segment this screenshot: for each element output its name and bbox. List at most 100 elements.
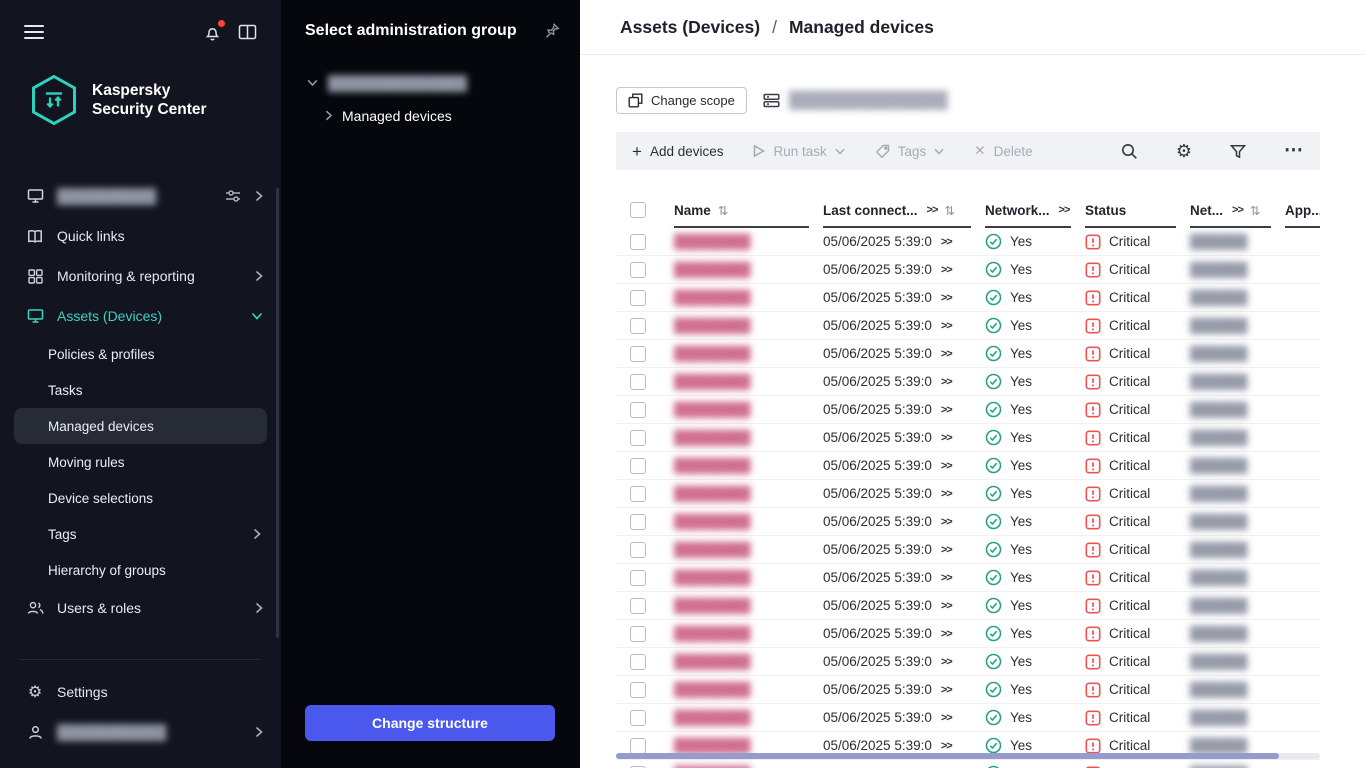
col-header-network[interactable]: Network... <box>985 203 1050 218</box>
device-name-link[interactable]: ████████ <box>674 570 751 585</box>
table-settings-gear-icon[interactable]: ⚙ <box>1176 141 1192 162</box>
delete-button[interactable]: ✕ Delete <box>974 143 1032 159</box>
expand-cell-icon[interactable]: >> <box>941 432 952 444</box>
hamburger-menu-icon[interactable] <box>24 21 44 43</box>
breadcrumb-parent[interactable]: Assets (Devices) <box>620 17 760 38</box>
expand-cell-icon[interactable]: >> <box>941 600 952 612</box>
horizontal-scrollbar[interactable] <box>616 753 1320 759</box>
chevron-down-icon[interactable] <box>307 79 318 87</box>
row-checkbox[interactable] <box>630 318 646 334</box>
device-name-link[interactable]: ████████ <box>674 374 751 389</box>
sidebar-item-account[interactable]: ███████████ <box>0 712 281 752</box>
table-row[interactable]: ████████ 05/06/2025 5:39:0 >> Yes Critic… <box>616 536 1320 564</box>
server-properties-icon[interactable] <box>225 189 241 203</box>
expand-column-icon[interactable]: >> <box>1059 204 1070 216</box>
sidebar-item-assets[interactable]: Assets (Devices) <box>0 296 281 336</box>
table-row[interactable]: ████████ 05/06/2025 5:39:0 >> Yes Critic… <box>616 256 1320 284</box>
scrollbar-thumb[interactable] <box>616 753 1279 759</box>
search-icon[interactable] <box>1121 143 1138 160</box>
expand-cell-icon[interactable]: >> <box>941 544 952 556</box>
table-row[interactable]: ████████ 05/06/2025 5:39:0 >> Yes Critic… <box>616 648 1320 676</box>
expand-cell-icon[interactable]: >> <box>941 376 952 388</box>
chevron-right-icon[interactable] <box>325 110 333 121</box>
row-checkbox[interactable] <box>630 514 646 530</box>
row-checkbox[interactable] <box>630 486 646 502</box>
device-name-link[interactable]: ████████ <box>674 318 751 333</box>
change-scope-button[interactable]: Change scope <box>616 87 747 114</box>
sidebar-item-settings[interactable]: ⚙ Settings <box>0 672 281 712</box>
device-name-link[interactable]: ████████ <box>674 514 751 529</box>
device-name-link[interactable]: ████████ <box>674 542 751 557</box>
sidebar-item-policies-profiles[interactable]: Policies & profiles <box>0 336 281 372</box>
device-name-link[interactable]: ████████ <box>674 290 751 305</box>
notifications-bell-icon[interactable] <box>203 23 222 42</box>
select-all-checkbox[interactable] <box>630 202 646 218</box>
row-checkbox[interactable] <box>630 682 646 698</box>
add-devices-button[interactable]: + Add devices <box>632 143 723 160</box>
expand-cell-icon[interactable]: >> <box>941 264 952 276</box>
row-checkbox[interactable] <box>630 458 646 474</box>
table-row[interactable]: ████████ 05/06/2025 5:39:0 >> Yes Critic… <box>616 396 1320 424</box>
expand-cell-icon[interactable]: >> <box>941 488 952 500</box>
expand-cell-icon[interactable]: >> <box>941 684 952 696</box>
row-checkbox[interactable] <box>630 290 646 306</box>
col-header-name[interactable]: Name <box>674 203 711 218</box>
sidebar-item-quick-links[interactable]: Quick links <box>0 216 281 256</box>
sort-icon[interactable]: ⇅ <box>718 203 728 218</box>
sidebar-item-tags[interactable]: Tags <box>0 516 281 552</box>
row-checkbox[interactable] <box>630 738 646 754</box>
table-row[interactable]: ████████ 05/06/2025 5:39:0 >> Yes Critic… <box>616 284 1320 312</box>
col-header-status[interactable]: Status <box>1085 203 1126 218</box>
table-row[interactable]: ████████ 05/06/2025 5:39:0 >> Yes Critic… <box>616 704 1320 732</box>
device-name-link[interactable]: ████████ <box>674 234 751 249</box>
sidebar-item-hierarchy-of-groups[interactable]: Hierarchy of groups <box>0 552 281 588</box>
expand-cell-icon[interactable]: >> <box>941 460 952 472</box>
expand-cell-icon[interactable]: >> <box>941 320 952 332</box>
filter-icon[interactable] <box>1230 144 1246 159</box>
table-row[interactable]: ████████ 05/06/2025 5:39:0 >> Yes Critic… <box>616 368 1320 396</box>
expand-column-icon[interactable]: >> <box>1232 204 1243 216</box>
help-book-icon[interactable] <box>238 24 257 41</box>
group-tree-root[interactable]: ██████████████ <box>281 66 580 99</box>
device-name-link[interactable]: ████████ <box>674 486 751 501</box>
device-name-link[interactable]: ████████ <box>674 458 751 473</box>
sidebar-scrollbar[interactable] <box>276 188 279 638</box>
expand-cell-icon[interactable]: >> <box>941 656 952 668</box>
group-tree-managed-devices[interactable]: Managed devices <box>281 99 580 132</box>
row-checkbox[interactable] <box>630 626 646 642</box>
expand-cell-icon[interactable]: >> <box>941 740 952 752</box>
change-structure-button[interactable]: Change structure <box>305 705 555 741</box>
expand-column-icon[interactable]: >> <box>927 204 938 216</box>
expand-cell-icon[interactable]: >> <box>941 712 952 724</box>
row-checkbox[interactable] <box>630 402 646 418</box>
sidebar-item-server[interactable]: ██████████ <box>0 176 281 216</box>
sidebar-item-moving-rules[interactable]: Moving rules <box>0 444 281 480</box>
expand-cell-icon[interactable]: >> <box>941 628 952 640</box>
table-row[interactable]: ████████ 05/06/2025 5:39:0 >> Yes Critic… <box>616 760 1320 768</box>
row-checkbox[interactable] <box>630 234 646 250</box>
device-name-link[interactable]: ████████ <box>674 626 751 641</box>
table-row[interactable]: ████████ 05/06/2025 5:39:0 >> Yes Critic… <box>616 312 1320 340</box>
sort-icon[interactable]: ⇅ <box>1250 203 1260 218</box>
sidebar-item-tasks[interactable]: Tasks <box>0 372 281 408</box>
expand-cell-icon[interactable]: >> <box>941 236 952 248</box>
expand-cell-icon[interactable]: >> <box>941 572 952 584</box>
row-checkbox[interactable] <box>630 654 646 670</box>
device-name-link[interactable]: ████████ <box>674 402 751 417</box>
row-checkbox[interactable] <box>630 710 646 726</box>
col-header-app[interactable]: App... <box>1285 203 1320 218</box>
table-row[interactable]: ████████ 05/06/2025 5:39:0 >> Yes Critic… <box>616 340 1320 368</box>
sidebar-item-device-selections[interactable]: Device selections <box>0 480 281 516</box>
table-row[interactable]: ████████ 05/06/2025 5:39:0 >> Yes Critic… <box>616 620 1320 648</box>
sidebar-item-managed-devices[interactable]: Managed devices <box>14 408 267 444</box>
col-header-last-connection[interactable]: Last connect... <box>823 203 918 218</box>
table-row[interactable]: ████████ 05/06/2025 5:39:0 >> Yes Critic… <box>616 676 1320 704</box>
row-checkbox[interactable] <box>630 542 646 558</box>
table-row[interactable]: ████████ 05/06/2025 5:39:0 >> Yes Critic… <box>616 480 1320 508</box>
table-row[interactable]: ████████ 05/06/2025 5:39:0 >> Yes Critic… <box>616 564 1320 592</box>
pin-icon[interactable] <box>544 22 560 38</box>
device-name-link[interactable]: ████████ <box>674 738 751 753</box>
tags-button[interactable]: Tags <box>875 144 945 159</box>
device-name-link[interactable]: ████████ <box>674 710 751 725</box>
device-name-link[interactable]: ████████ <box>674 346 751 361</box>
